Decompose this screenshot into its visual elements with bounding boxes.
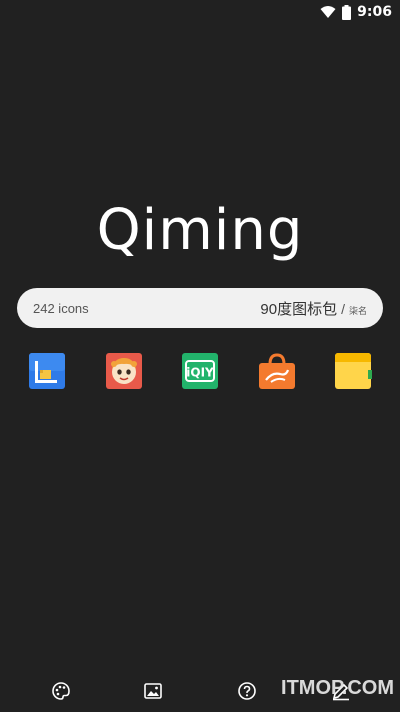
- blue-ruler-app-icon[interactable]: [28, 352, 66, 390]
- status-time: 9:06: [357, 4, 392, 20]
- pack-author-tag: 柒名: [348, 305, 367, 316]
- pack-name: 90度图标包: [260, 300, 338, 318]
- svg-text:iQIY: iQIY: [186, 366, 214, 380]
- pack-credit: 90度图标包 / 柒名: [260, 298, 367, 319]
- icon-count-label: 242 icons: [33, 300, 89, 316]
- wallpaper-image-icon[interactable]: [142, 680, 164, 702]
- pack-separator: /: [341, 300, 345, 317]
- app-title: Qiming: [96, 198, 304, 263]
- home-screen: 9:06 Qiming 242 icons 90度图标包 / 柒名 iQIY I…: [0, 0, 400, 712]
- battery-icon: [342, 4, 352, 20]
- preview-icons-row: iQIY: [0, 352, 400, 392]
- watermark: ITMOP.COM: [281, 677, 394, 699]
- theme-palette-icon[interactable]: [50, 680, 72, 702]
- status-bar: 9:06: [0, 0, 400, 24]
- icon-pack-info-pill[interactable]: 242 icons 90度图标包 / 柒名: [17, 288, 383, 328]
- red-cartoon-app-icon[interactable]: [105, 352, 143, 390]
- help-question-icon[interactable]: [236, 680, 258, 702]
- iqiyi-app-icon[interactable]: iQIY: [181, 352, 219, 390]
- orange-shopping-bag-app-icon[interactable]: [258, 352, 296, 390]
- wifi-icon: [320, 5, 336, 19]
- yellow-notes-app-icon[interactable]: [334, 352, 372, 390]
